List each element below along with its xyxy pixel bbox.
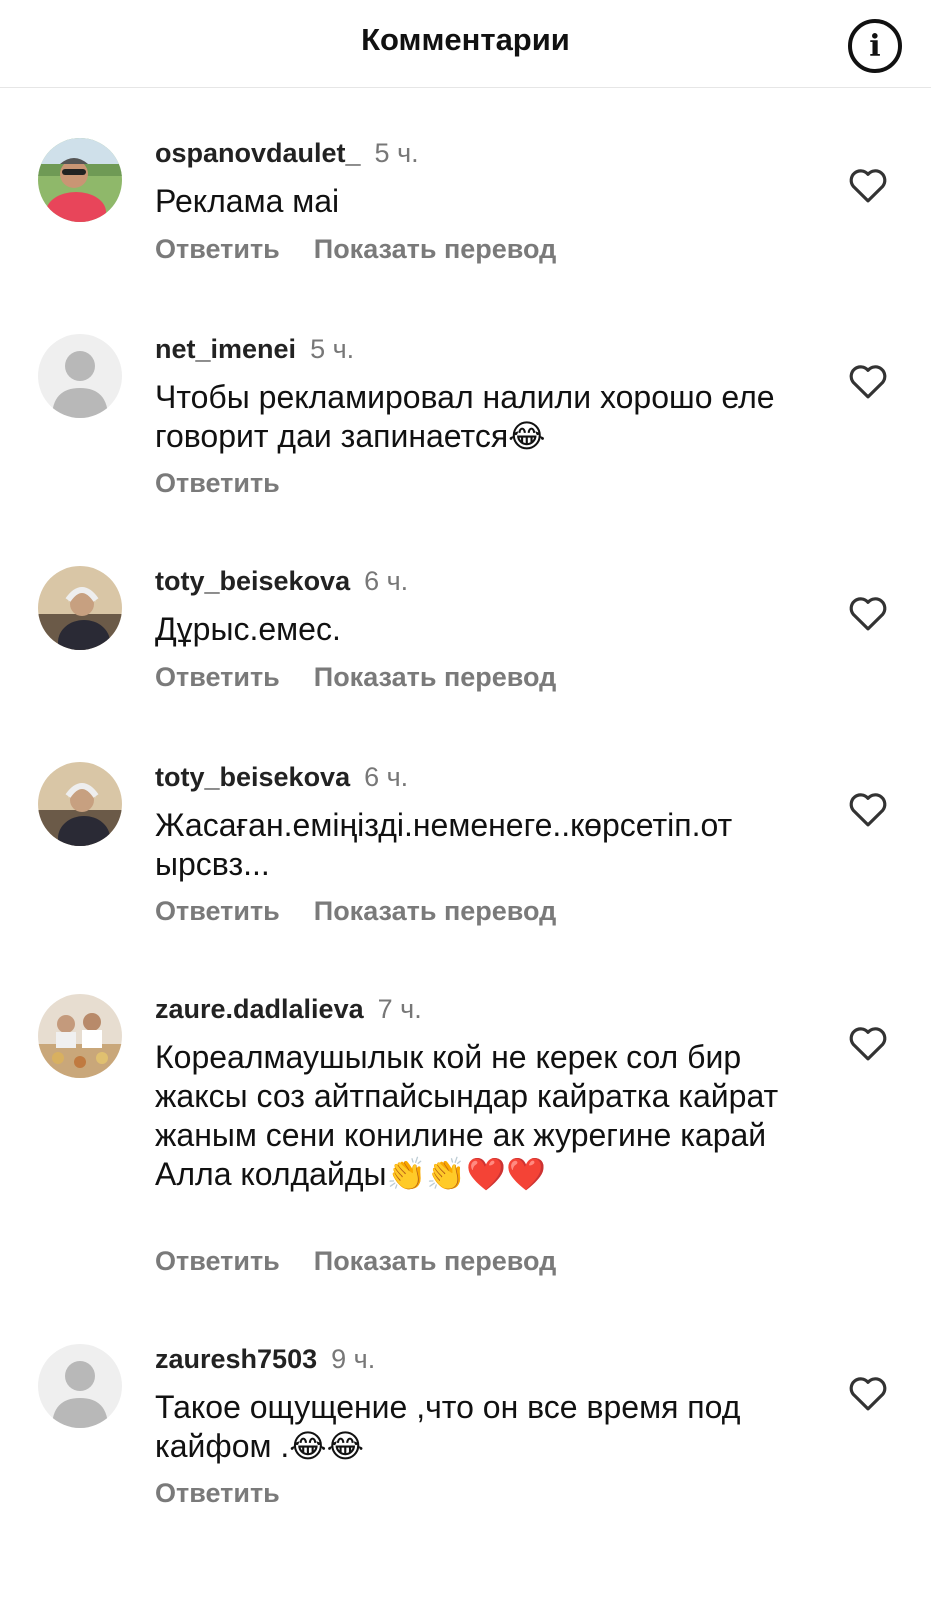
header-bar: Комментарии i <box>0 0 931 88</box>
avatar[interactable] <box>38 138 122 222</box>
comment-username[interactable]: net_imenei <box>155 334 296 364</box>
comment-username[interactable]: toty_beisekova <box>155 762 350 792</box>
comment-time: 7 ч. <box>377 994 422 1024</box>
heart-icon[interactable] <box>848 594 888 632</box>
comment-actions: Ответить Показать перевод <box>155 1246 590 1277</box>
comment-actions: Ответить Показать перевод <box>155 234 590 265</box>
avatar[interactable] <box>38 566 122 650</box>
comment-text: Реклама маі <box>155 183 340 219</box>
comment-actions: Ответить Показать перевод <box>155 896 590 927</box>
comment-actions: Ответить Показать перевод <box>155 662 590 693</box>
avatar[interactable] <box>38 994 122 1078</box>
show-translation-button[interactable]: Показать перевод <box>314 662 557 692</box>
comment-username[interactable]: zauresh7503 <box>155 1344 317 1374</box>
show-translation-button[interactable]: Показать перевод <box>314 234 557 264</box>
info-icon[interactable]: i <box>848 19 902 73</box>
comment-text: Такое ощущение ,что он все время под кай… <box>155 1389 741 1464</box>
page-title: Комментарии <box>361 22 570 57</box>
comment-time: 6 ч. <box>364 762 409 792</box>
comment-time: 9 ч. <box>331 1344 376 1374</box>
comment-text: Кореалмаушылык кой не керек сол бир жакс… <box>155 1039 779 1192</box>
reply-button[interactable]: Ответить <box>155 662 280 692</box>
reply-button[interactable]: Ответить <box>155 896 280 926</box>
comment-text: Жасаған.еміңізді.неменеге..көрсетіп.от ы… <box>155 807 733 882</box>
comment-time: 6 ч. <box>364 566 409 596</box>
comment-username[interactable]: ospanovdaulet_ <box>155 138 361 168</box>
reply-button[interactable]: Ответить <box>155 1478 280 1508</box>
reply-button[interactable]: Ответить <box>155 1246 280 1276</box>
comment-text: Чтобы рекламировал налили хорошо еле гов… <box>155 379 775 454</box>
heart-icon[interactable] <box>848 1024 888 1062</box>
show-translation-button[interactable]: Показать перевод <box>314 1246 557 1276</box>
comment-actions: Ответить <box>155 468 314 499</box>
avatar[interactable] <box>38 762 122 846</box>
comment-actions: Ответить <box>155 1478 314 1509</box>
heart-icon[interactable] <box>848 166 888 204</box>
reply-button[interactable]: Ответить <box>155 234 280 264</box>
comment-time: 5 ч. <box>374 138 419 168</box>
heart-icon[interactable] <box>848 790 888 828</box>
show-translation-button[interactable]: Показать перевод <box>314 896 557 926</box>
comment-text: Дұрыс.емес. <box>155 611 341 647</box>
heart-icon[interactable] <box>848 1374 888 1412</box>
reply-button[interactable]: Ответить <box>155 468 280 498</box>
comment-time: 5 ч. <box>310 334 355 364</box>
comment-username[interactable]: toty_beisekova <box>155 566 350 596</box>
heart-icon[interactable] <box>848 362 888 400</box>
comment-username[interactable]: zaure.dadlalieva <box>155 994 364 1024</box>
avatar[interactable] <box>38 1344 122 1428</box>
avatar[interactable] <box>38 334 122 418</box>
